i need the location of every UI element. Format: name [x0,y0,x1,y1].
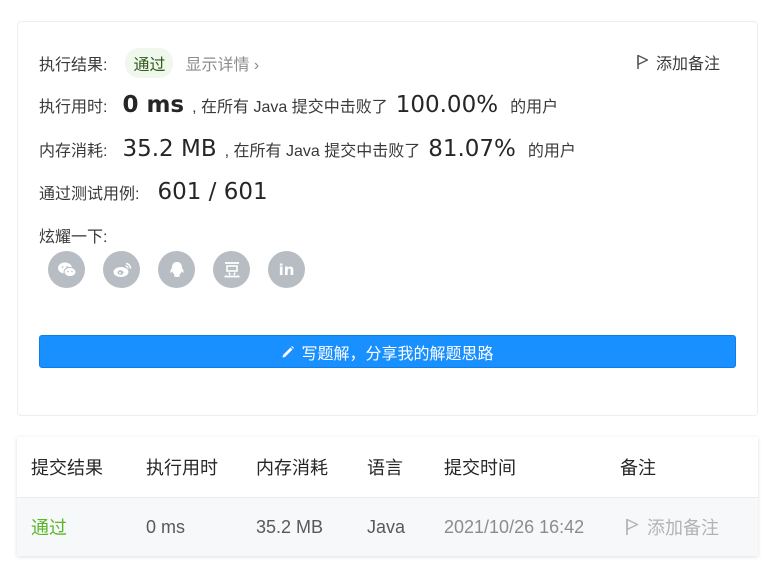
row-runtime: 0 ms [146,516,186,537]
header-runtime: 执行用时 [146,458,218,478]
status-badge: 通过 [125,48,174,78]
header-memory: 内存消耗 [256,458,328,478]
runtime-beat-text: , 在所有 Java 提交中击败了 [192,99,388,116]
add-note-label: 添加备注 [655,56,720,73]
share-label: 炫耀一下: [39,229,108,246]
result-label: 执行结果: [39,57,108,74]
header-submit-time: 提交时间 [444,458,516,478]
row-submit-time: 2021/10/26 16:42 [444,516,585,537]
show-details-link[interactable]: 显示详情 › [185,51,259,75]
qq-icon[interactable] [158,251,195,288]
runtime-suffix: 的用户 [510,99,559,116]
memory-label: 内存消耗: [39,143,108,160]
wechat-icon[interactable] [48,251,85,288]
write-solution-button[interactable]: 写题解，分享我的解题思路 [39,335,736,368]
weibo-icon[interactable] [103,251,140,288]
header-note: 备注 [620,458,656,478]
douban-icon[interactable] [213,251,250,288]
memory-percent: 81.07% [428,136,516,162]
tests-label: 通过测试用例: [39,186,140,203]
row-memory: 35.2 MB [256,516,324,537]
runtime-value: 0 ms [122,92,185,118]
share-icons: in [48,251,323,288]
tests-value: 601 / 601 [157,179,268,205]
memory-value: 35.2 MB [122,136,217,162]
submissions-table: 提交结果 执行用时 内存消耗 语言 提交时间 备注 通过 0 ms 35.2 M… [17,437,758,556]
add-note-button[interactable]: 添加备注 [636,50,720,74]
linkedin-icon[interactable]: in [268,251,305,288]
runtime-percent: 100.00% [395,92,499,118]
memory-suffix: 的用户 [527,143,576,160]
row-language: Java [367,516,406,537]
write-solution-label: 写题解，分享我的解题思路 [301,345,494,363]
row-add-note-label: 添加备注 [647,518,719,538]
share-row-label: 炫耀一下: [39,223,107,247]
runtime-label: 执行用时: [39,99,108,116]
header-language: 语言 [367,458,403,478]
flag-icon [637,54,649,69]
submission-result-card: 执行结果: 通过 显示详情 › 添加备注 执行用时: 0 ms , 在所有 Ja… [17,21,758,416]
row-add-note-button[interactable]: 添加备注 [625,498,719,556]
result-row: 执行结果: 通过 显示详情 › [39,48,259,78]
header-status: 提交结果 [31,458,103,478]
row-status-link[interactable]: 通过 [31,498,67,556]
runtime-row: 执行用时: 0 ms , 在所有 Java 提交中击败了 100.00% 的用户 [39,92,558,118]
pencil-icon [282,345,295,357]
memory-row: 内存消耗: 35.2 MB , 在所有 Java 提交中击败了 81.07% 的… [39,136,576,162]
table-header: 提交结果 执行用时 内存消耗 语言 提交时间 备注 [17,437,758,497]
table-row: 通过 0 ms 35.2 MB Java 2021/10/26 16:42 添加… [17,497,758,556]
memory-beat-text: , 在所有 Java 提交中击败了 [224,143,421,160]
flag-icon [626,518,639,535]
tests-row: 通过测试用例: 601 / 601 [39,179,268,205]
